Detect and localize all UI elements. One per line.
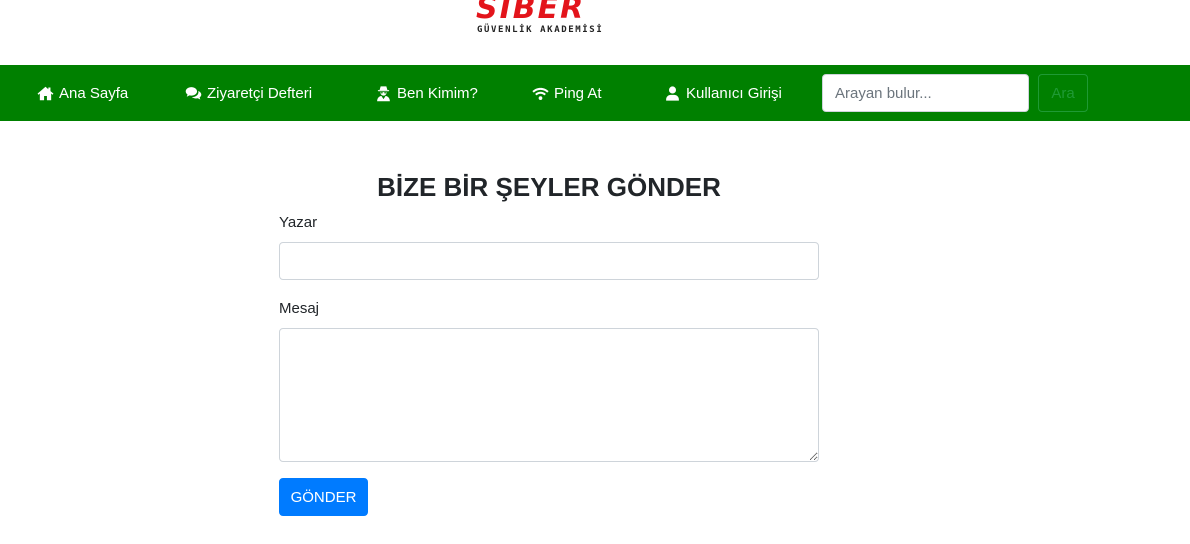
page-title: BİZE BİR ŞEYLER GÖNDER	[377, 172, 721, 202]
user-secret-icon	[377, 85, 390, 101]
home-icon	[37, 86, 54, 100]
message-label: Mesaj	[279, 300, 320, 317]
nav-item-ping[interactable]: Ping At	[532, 65, 602, 121]
wifi-icon	[532, 87, 549, 100]
brand-logo[interactable]: SİBER GÜVENLİK AKADEMİSİ	[476, 0, 616, 40]
brand-name: SİBER	[476, 0, 586, 26]
search-button[interactable]: Ara	[1038, 74, 1088, 112]
nav-item-label: Ana Sayfa	[59, 84, 129, 102]
header: SİBER GÜVENLİK AKADEMİSİ	[0, 0, 1190, 65]
nav-item-home[interactable]: Ana Sayfa	[37, 65, 128, 121]
nav-item-label: Ping At	[554, 84, 602, 102]
author-label: Yazar	[279, 214, 318, 231]
author-input[interactable]	[279, 242, 819, 280]
submit-button[interactable]: GÖNDER	[279, 478, 368, 516]
user-icon	[666, 85, 679, 101]
nav-item-label: Ziyaretçi Defteri	[207, 84, 313, 102]
search-input[interactable]	[822, 74, 1029, 112]
nav-item-label: Kullanıcı Girişi	[686, 84, 782, 102]
nav-item-label: Ben Kimim?	[397, 84, 478, 102]
brand-tagline: GÜVENLİK AKADEMİSİ	[477, 25, 604, 35]
nav-item-guestbook[interactable]: Ziyaretçi Defteri	[185, 65, 312, 121]
nav-item-whoami[interactable]: Ben Kimim?	[375, 65, 478, 121]
message-textarea[interactable]	[279, 328, 819, 462]
comments-icon	[185, 86, 202, 99]
nav-item-login[interactable]: Kullanıcı Girişi	[664, 65, 782, 121]
